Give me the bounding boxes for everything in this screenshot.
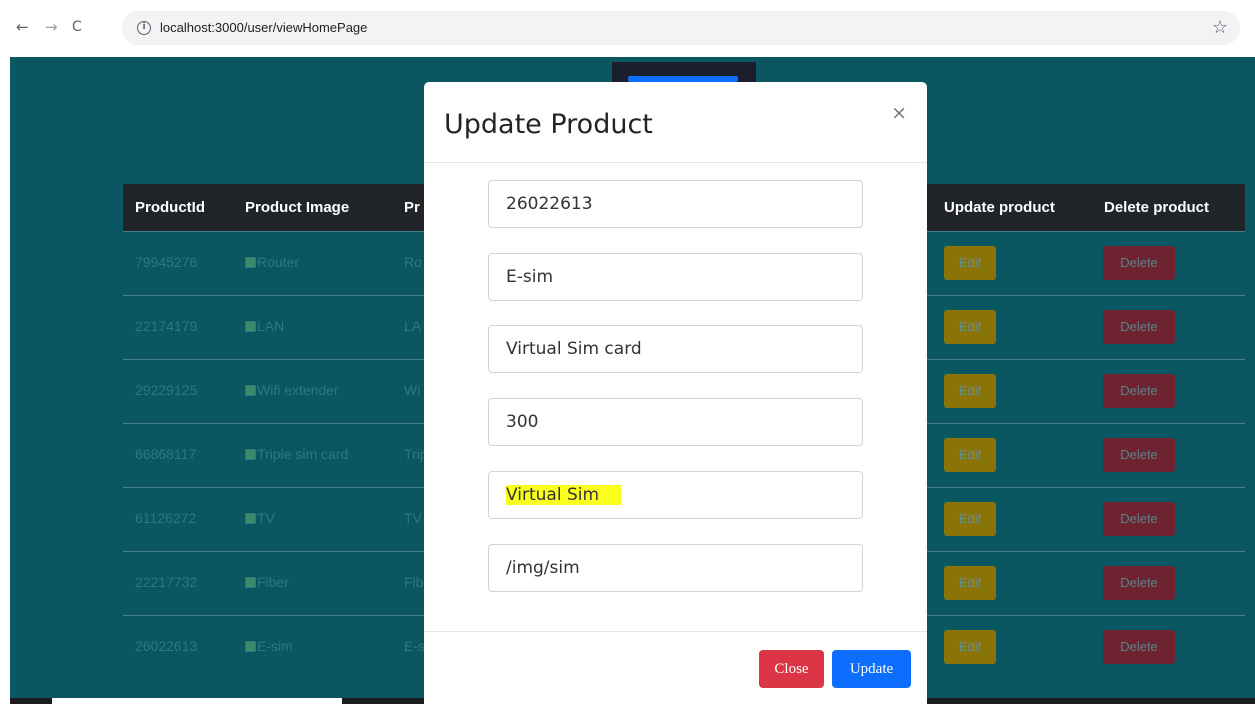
- edit-button[interactable]: Edit: [944, 374, 996, 408]
- image-alt-text: Triple sim card: [257, 446, 349, 462]
- window-edge: [0, 57, 10, 704]
- product-price-field[interactable]: [488, 398, 863, 446]
- broken-image-icon: [245, 385, 256, 396]
- cell-product-name: Wi: [404, 382, 421, 398]
- address-bar[interactable]: i localhost:3000/user/viewHomePage ☆: [122, 11, 1240, 45]
- broken-image-icon: [245, 321, 256, 332]
- header-update-product: Update product: [944, 199, 1055, 216]
- cell-product-image: Triple sim card: [245, 446, 348, 462]
- edit-button[interactable]: Edit: [944, 438, 996, 472]
- cell-product-id: 79945276: [135, 254, 198, 270]
- cell-product-name: Ro: [404, 254, 422, 270]
- image-alt-text: E-sim: [257, 638, 293, 654]
- edit-button[interactable]: Edit: [944, 630, 996, 664]
- product-description-field[interactable]: [488, 325, 863, 373]
- forward-arrow-icon[interactable]: →: [45, 19, 58, 35]
- modal-footer-divider: [424, 631, 927, 632]
- product-category-field[interactable]: Virtual Sim: [488, 471, 863, 519]
- image-alt-text: Fiber: [257, 574, 289, 590]
- cell-product-id: 29229125: [135, 382, 198, 398]
- cell-product-image: Wifi extender: [245, 382, 339, 398]
- header-delete-product: Delete product: [1104, 199, 1210, 216]
- edit-button[interactable]: Edit: [944, 502, 996, 536]
- cell-product-name: E-s: [404, 638, 425, 654]
- bookmark-star-icon[interactable]: ☆: [1212, 17, 1228, 38]
- modal-header-divider: [424, 162, 927, 163]
- category-value: Virtual Sim: [506, 485, 622, 505]
- broken-image-icon: [245, 449, 256, 460]
- header-product-name: Pr: [404, 199, 420, 216]
- update-button[interactable]: Update: [832, 650, 911, 688]
- cell-product-image: LAN: [245, 318, 284, 334]
- edit-button[interactable]: Edit: [944, 310, 996, 344]
- browser-toolbar: ← → C i localhost:3000/user/viewHomePage…: [0, 0, 1255, 57]
- image-alt-text: Wifi extender: [257, 382, 339, 398]
- header-product-id: ProductId: [135, 199, 205, 216]
- reload-icon[interactable]: C: [72, 19, 82, 35]
- cell-product-image: Router: [245, 254, 299, 270]
- cell-product-image: E-sim: [245, 638, 293, 654]
- modal-title: Update Product: [444, 109, 653, 140]
- broken-image-icon: [245, 577, 256, 588]
- close-button[interactable]: Close: [759, 650, 824, 688]
- image-alt-text: LAN: [257, 318, 285, 334]
- update-product-modal: Update Product × Virtual Sim Close Updat…: [424, 82, 927, 704]
- close-icon[interactable]: ×: [891, 104, 907, 123]
- back-arrow-icon[interactable]: ←: [16, 19, 29, 35]
- image-alt-text: TV: [257, 510, 275, 526]
- cell-product-id: 22217732: [135, 574, 198, 590]
- cell-product-id: 66868117: [135, 446, 197, 462]
- broken-image-icon: [245, 641, 256, 652]
- delete-button[interactable]: Delete: [1103, 438, 1175, 472]
- broken-image-icon: [245, 513, 256, 524]
- delete-button[interactable]: Delete: [1103, 374, 1175, 408]
- delete-button[interactable]: Delete: [1103, 246, 1175, 280]
- site-info-icon[interactable]: i: [137, 21, 151, 35]
- product-name-field[interactable]: [488, 253, 863, 301]
- cell-product-name: Fib: [404, 574, 424, 590]
- url-text[interactable]: localhost:3000/user/viewHomePage: [160, 20, 367, 35]
- delete-button[interactable]: Delete: [1103, 502, 1175, 536]
- cell-product-image: TV: [245, 510, 275, 526]
- edit-button[interactable]: Edit: [944, 566, 996, 600]
- taskbar-search: [52, 698, 342, 704]
- edit-button[interactable]: Edit: [944, 246, 996, 280]
- cell-product-id: 26022613: [135, 638, 198, 654]
- cell-product-id: 22174179: [135, 318, 198, 334]
- delete-button[interactable]: Delete: [1103, 310, 1175, 344]
- product-image-path-field[interactable]: [488, 544, 863, 592]
- cell-product-name: LA: [404, 318, 422, 334]
- header-product-image: Product Image: [245, 199, 350, 216]
- image-alt-text: Router: [257, 254, 300, 270]
- broken-image-icon: [245, 257, 256, 268]
- product-id-field[interactable]: [488, 180, 863, 228]
- cell-product-name: TV: [404, 510, 422, 526]
- cell-product-id: 61126272: [135, 510, 197, 526]
- delete-button[interactable]: Delete: [1103, 630, 1175, 664]
- cell-product-image: Fiber: [245, 574, 289, 590]
- delete-button[interactable]: Delete: [1103, 566, 1175, 600]
